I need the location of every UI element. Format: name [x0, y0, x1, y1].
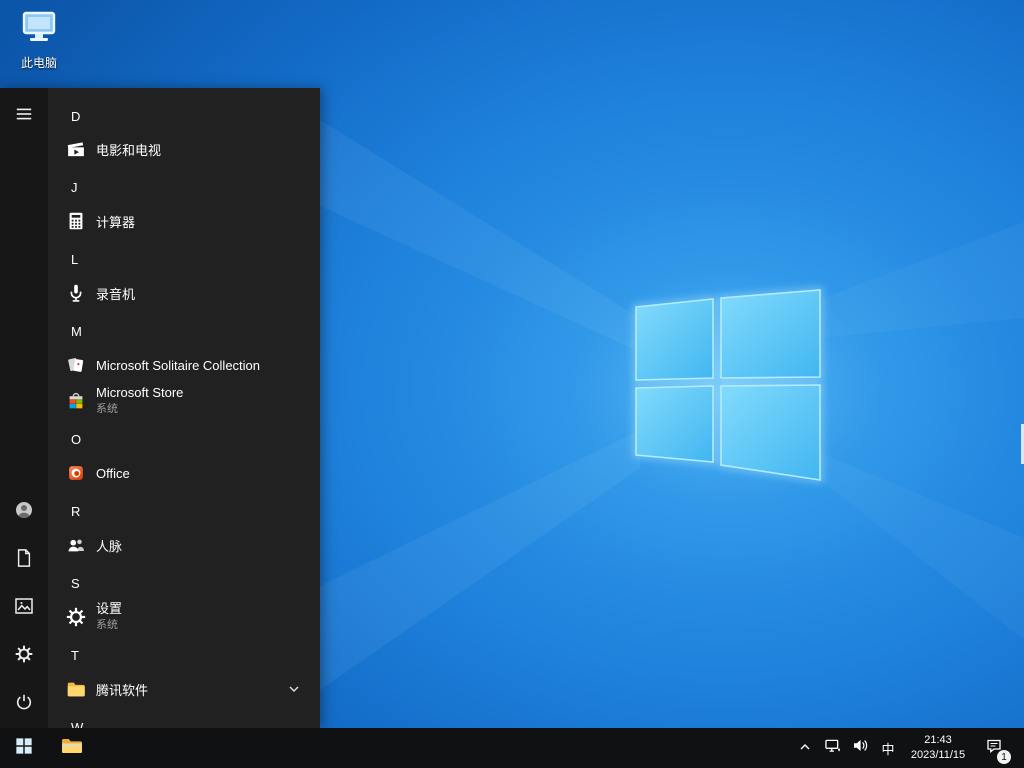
start-app-label: Microsoft Store	[96, 385, 184, 401]
start-app-label: Office	[96, 465, 130, 481]
start-app-label: 录音机	[96, 286, 136, 302]
pictures-icon	[14, 597, 34, 620]
speaker-icon	[852, 738, 869, 758]
this-pc-icon	[18, 8, 60, 53]
settings-button[interactable]	[0, 632, 48, 680]
desktop-icon-this-pc[interactable]: 此电脑	[10, 8, 68, 71]
section-letter: J	[71, 179, 78, 195]
pictures-button[interactable]	[0, 584, 48, 632]
start-app-label: Microsoft Solitaire Collection	[96, 357, 261, 373]
start-section-m[interactable]: M	[48, 317, 320, 345]
solitaire-icon	[64, 353, 88, 377]
taskbar: 中 21:43 2023/11/15 1	[0, 728, 1024, 768]
expand-menu-button[interactable]	[0, 92, 48, 140]
start-section-j[interactable]: J	[48, 173, 320, 201]
start-menu-rail	[0, 88, 48, 728]
desktop: 此电脑 D 电影和电视 J 计算器 L 录音机 M Microsoft Soli…	[0, 0, 1024, 768]
file-explorer-icon	[60, 735, 84, 762]
show-hidden-icons-button[interactable]	[792, 728, 818, 768]
chevron-up-icon	[799, 739, 811, 757]
action-center-button[interactable]: 1	[974, 728, 1014, 768]
folder-icon	[64, 677, 88, 701]
section-letter: L	[71, 251, 79, 267]
office-icon	[64, 461, 88, 485]
clock-date: 2023/11/15	[910, 749, 966, 761]
start-app-office[interactable]: Office	[48, 455, 320, 491]
clock[interactable]: 21:43 2023/11/15	[902, 728, 974, 768]
section-letter: O	[71, 431, 82, 447]
windows-logo-icon	[15, 737, 33, 760]
start-button[interactable]	[0, 728, 48, 768]
people-icon	[64, 533, 88, 557]
start-app-sublabel: 系统	[96, 619, 118, 632]
section-letter: R	[71, 503, 81, 519]
movies-tv-icon	[64, 137, 88, 161]
ime-label: 中	[881, 741, 895, 757]
account-icon	[14, 500, 34, 525]
start-app-settings[interactable]: 设置 系统	[48, 595, 320, 639]
power-button[interactable]	[0, 680, 48, 728]
start-app-label: 设置	[96, 601, 123, 617]
chevron-down-icon[interactable]	[288, 683, 300, 695]
file-explorer-button[interactable]	[48, 728, 96, 768]
start-folder-tencent[interactable]: 腾讯软件	[48, 671, 320, 707]
clock-time: 21:43	[924, 734, 952, 747]
account-button[interactable]	[0, 488, 48, 536]
start-section-o[interactable]: O	[48, 425, 320, 453]
start-menu-app-list: D 电影和电视 J 计算器 L 录音机 M Microsoft Solitair…	[48, 88, 320, 728]
start-app-people[interactable]: 人脉	[48, 527, 320, 563]
system-tray: 中 21:43 2023/11/15 1	[792, 728, 1024, 768]
power-icon	[15, 693, 33, 716]
hamburger-icon	[15, 105, 33, 128]
section-letter: W	[71, 719, 84, 729]
network-button[interactable]	[818, 728, 846, 768]
start-app-calculator[interactable]: 计算器	[48, 203, 320, 239]
start-app-label: 电影和电视	[96, 142, 162, 158]
voice-recorder-icon	[64, 281, 88, 305]
start-section-t[interactable]: T	[48, 641, 320, 669]
documents-icon	[15, 548, 33, 573]
store-icon	[64, 389, 88, 413]
start-section-d[interactable]: D	[48, 102, 320, 130]
start-app-microsoft-store[interactable]: Microsoft Store 系统	[48, 379, 320, 423]
notification-badge: 1	[997, 750, 1011, 764]
documents-button[interactable]	[0, 536, 48, 584]
start-section-l[interactable]: L	[48, 245, 320, 273]
start-section-w[interactable]: W	[48, 713, 320, 729]
ime-indicator[interactable]: 中	[874, 728, 902, 768]
start-section-r[interactable]: R	[48, 497, 320, 525]
section-letter: S	[71, 575, 80, 591]
gear-icon	[64, 605, 88, 629]
start-app-label: 人脉	[96, 538, 123, 554]
start-app-label: 计算器	[96, 214, 136, 230]
calculator-icon	[64, 209, 88, 233]
start-app-voice-recorder[interactable]: 录音机	[48, 275, 320, 311]
start-section-s[interactable]: S	[48, 569, 320, 597]
section-letter: D	[71, 108, 81, 124]
start-app-movies-tv[interactable]: 电影和电视	[48, 131, 320, 167]
start-menu: D 电影和电视 J 计算器 L 录音机 M Microsoft Solitair…	[0, 88, 320, 728]
start-app-solitaire[interactable]: Microsoft Solitaire Collection	[48, 347, 320, 383]
network-icon	[824, 738, 841, 758]
gear-icon	[14, 644, 34, 669]
start-app-label: 腾讯软件	[96, 682, 149, 698]
section-letter: T	[71, 647, 79, 663]
volume-button[interactable]	[846, 728, 874, 768]
section-letter: M	[71, 323, 82, 339]
desktop-icon-label: 此电脑	[20, 56, 57, 70]
start-app-sublabel: 系统	[96, 403, 118, 416]
